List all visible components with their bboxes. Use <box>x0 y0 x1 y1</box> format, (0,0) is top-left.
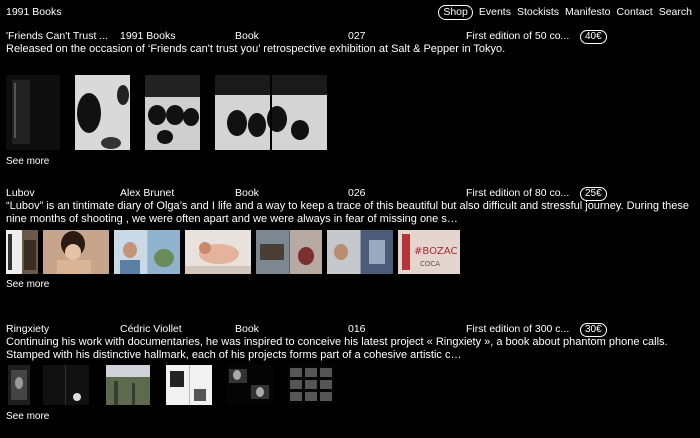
price-button[interactable]: 40€ <box>580 30 607 44</box>
product-title[interactable]: Lubov <box>6 187 118 200</box>
product-number: 026 <box>348 187 366 199</box>
see-more-link[interactable]: See more <box>6 279 49 291</box>
price-button[interactable]: 30€ <box>580 323 607 337</box>
product-meta: 'Friends Can't Trust ... 1991 Books Book… <box>0 30 700 44</box>
product-type: Book <box>235 323 259 335</box>
product-image[interactable] <box>227 365 273 405</box>
product-edition: First edition of 300 c... <box>466 323 570 335</box>
product-image[interactable] <box>8 365 30 405</box>
product-row: 'Friends Can't Trust ... 1991 Books Book… <box>0 30 700 167</box>
product-author: Alex Brunet <box>120 187 175 199</box>
product-description: Continuing his work with documentaries, … <box>6 336 668 361</box>
product-image[interactable] <box>145 75 200 150</box>
product-image[interactable] <box>185 230 251 274</box>
product-image[interactable] <box>6 75 60 150</box>
product-image[interactable] <box>288 365 334 405</box>
product-author: Cédric Viollet <box>120 323 182 335</box>
nav-manifesto[interactable]: Manifesto <box>565 6 611 19</box>
product-number: 016 <box>348 323 366 335</box>
product-image[interactable] <box>75 75 130 150</box>
product-edition: First edition of 80 co... <box>466 187 570 199</box>
product-author: 1991 Books <box>120 30 176 42</box>
product-thumbnails <box>0 362 700 410</box>
product-image[interactable] <box>106 365 150 405</box>
product-thumbnails <box>0 69 700 150</box>
see-more-link[interactable]: See more <box>6 156 49 168</box>
product-description: Released on the occasion of ‘Friends can… <box>6 43 506 55</box>
svg-text:#BOZAC: #BOZAC <box>414 246 457 257</box>
product-image[interactable] <box>43 230 109 274</box>
product-image[interactable] <box>114 230 180 274</box>
product-title[interactable]: Ringxiety <box>6 323 118 336</box>
nav-shop[interactable]: Shop <box>438 5 473 20</box>
price-button[interactable]: 25€ <box>580 187 607 201</box>
product-edition: First edition of 50 co... <box>466 30 570 42</box>
nav-contact[interactable]: Contact <box>617 6 653 19</box>
product-thumbnails: #BOZAC COCA <box>0 226 700 278</box>
product-row: Ringxiety Cédric Viollet Book 016 First … <box>0 323 700 423</box>
svg-text:COCA: COCA <box>420 260 440 268</box>
nav-stockists[interactable]: Stockists <box>517 6 559 19</box>
product-title[interactable]: 'Friends Can't Trust ... <box>6 30 118 43</box>
product-meta: Lubov Alex Brunet Book 026 First edition… <box>0 187 700 201</box>
product-row: Lubov Alex Brunet Book 026 First edition… <box>0 187 700 291</box>
product-type: Book <box>235 30 259 42</box>
product-number: 027 <box>348 30 366 42</box>
product-type: Book <box>235 187 259 199</box>
product-meta: Ringxiety Cédric Viollet Book 016 First … <box>0 323 700 337</box>
product-image[interactable] <box>256 230 322 274</box>
product-image[interactable] <box>166 365 212 405</box>
site-title[interactable]: 1991 Books <box>6 6 61 19</box>
see-more-link[interactable]: See more <box>6 411 49 423</box>
product-image[interactable] <box>6 230 38 274</box>
product-description: “Lubov” is an tintimate diary of Olga’s … <box>6 200 689 225</box>
nav-events[interactable]: Events <box>479 6 511 19</box>
product-image[interactable] <box>43 365 89 405</box>
nav-search[interactable]: Search <box>659 6 692 19</box>
product-image[interactable] <box>327 230 393 274</box>
product-image[interactable] <box>215 75 327 150</box>
main-nav: Shop Events Stockists Manifesto Contact … <box>438 5 692 20</box>
product-image[interactable]: #BOZAC COCA <box>398 230 460 274</box>
